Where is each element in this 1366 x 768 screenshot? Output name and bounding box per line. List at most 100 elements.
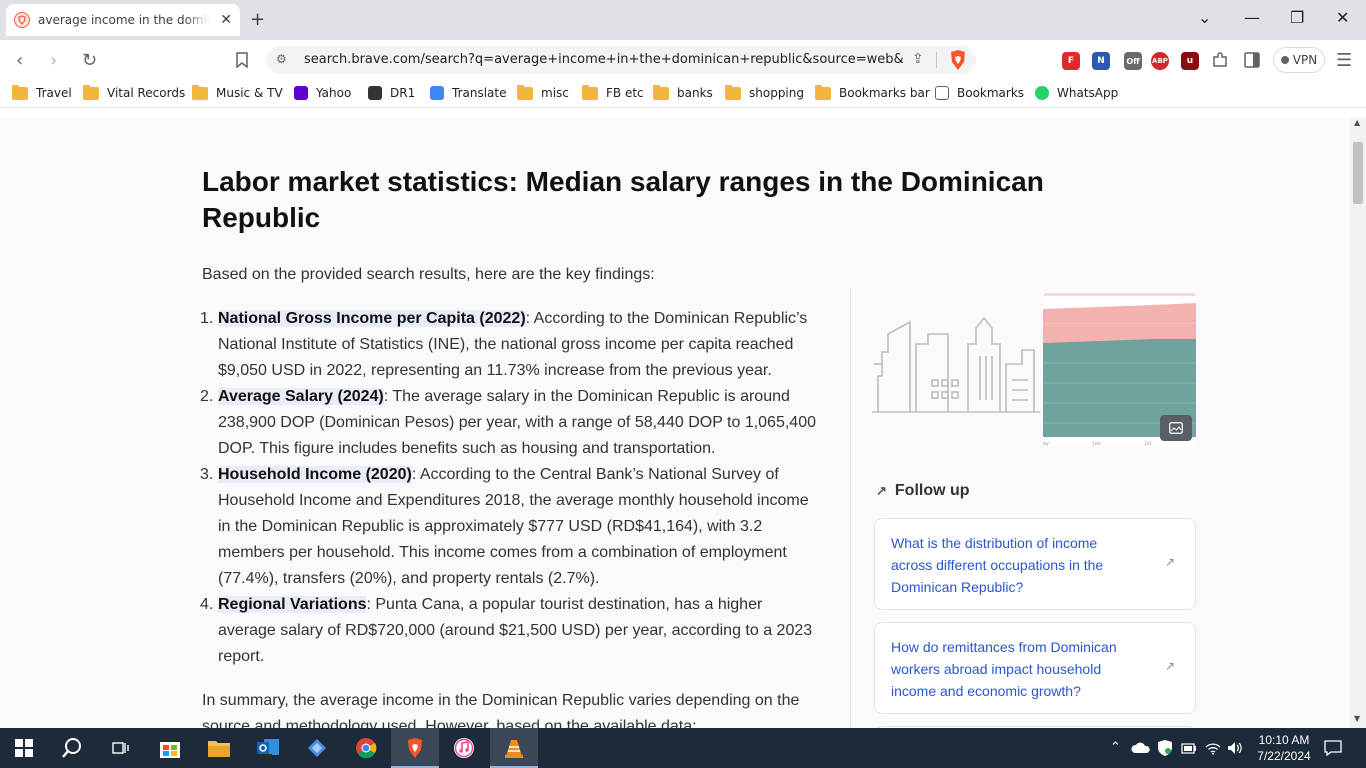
forward-arrow-icon[interactable]: › [50,50,57,71]
bookmark-label: FB etc [606,86,644,100]
chart-tick-label: Jul [1144,441,1151,447]
page-scrollbar[interactable]: ▲ ▼ [1350,118,1366,728]
folder-icon [83,84,99,100]
bookmark-page-icon[interactable] [236,52,248,68]
extensions-puzzle-icon[interactable] [1211,51,1229,69]
address-bar[interactable]: ⚙ search.brave.com/search?q=average+inco… [266,46,976,74]
scroll-down-arrow-icon[interactable]: ▼ [1354,714,1360,723]
chart-tick-label: Jun [1092,441,1101,447]
clock-time: 10:10 AM [1258,733,1310,747]
tab-close-icon[interactable]: ✕ [220,12,232,28]
task-view-button[interactable] [96,728,144,768]
follow-up-question[interactable]: How do remittances from Dominican worker… [891,636,1141,702]
folder-icon [653,84,669,100]
restore-icon[interactable]: ❐ [1290,8,1304,27]
bookmarks-bar: Travel Vital Records Music & TV Yahoo DR1 Tra… [0,80,1366,108]
bookmarks-icon [935,86,949,100]
share-icon[interactable]: ⇪ [912,51,924,67]
clock-date: 7/22/2024 [1257,749,1311,763]
bookmark-label: misc [541,86,569,100]
battery-icon[interactable] [1181,742,1197,754]
brave-shields-icon[interactable] [948,49,968,71]
bookmark-item[interactable]: Vital Records [83,84,185,100]
bookmark-label: Translate [452,86,507,100]
adblock-plus-icon[interactable]: ABP [1151,52,1169,70]
tab-strip: average income in the dominican republic… [0,0,1366,40]
vlc-cone-icon [505,740,523,758]
bookmark-item[interactable]: Travel [12,84,72,100]
taskbar-itunes[interactable] [440,728,488,768]
bookmark-item[interactable]: Music & TV [192,84,283,100]
bookmark-label: banks [677,86,713,100]
brave-browser-icon [408,738,422,758]
follow-up-title: Follow up [894,482,970,499]
ublock-origin-icon[interactable]: u [1181,52,1199,70]
volume-icon[interactable] [1227,741,1243,755]
bookmark-label: Travel [36,86,72,100]
site-info-icon[interactable]: ⚙ [276,52,287,66]
taskbar-file-explorer[interactable] [195,728,243,768]
reload-icon[interactable]: ↻ [82,50,97,71]
bookmark-label: Music & TV [216,86,283,100]
bookmark-item[interactable]: FB etc [582,84,644,100]
follow-up-question-card[interactable]: What is the distribution of income acros… [874,518,1196,610]
taskbar-store[interactable] [146,728,194,768]
taskbar-chrome[interactable] [342,728,390,768]
omnibox-divider [936,52,937,68]
bookmark-label: DR1 [390,86,416,100]
bookmark-item[interactable]: banks [653,84,713,100]
url-text[interactable]: search.brave.com/search?q=average+income… [304,52,904,67]
image-view-button[interactable] [1160,415,1192,441]
onedrive-cloud-icon[interactable] [1131,742,1151,754]
sidebar-toggle-icon[interactable] [1244,52,1260,68]
summary-text: In summary, the average income in the Do… [202,692,800,728]
bookmark-label: Bookmarks bar [839,86,930,100]
scroll-up-arrow-icon[interactable]: ▲ [1354,118,1360,127]
follow-up-question-card[interactable]: How do remittances from Dominican worker… [874,622,1196,714]
itunes-icon [454,738,474,758]
finding-item: 1. National Gross Income per Capita (2022… [200,306,822,384]
taskbar-vlc[interactable] [490,728,538,768]
open-question-arrow-icon[interactable]: ↗ [1165,555,1175,569]
taskbar-outlook[interactable] [244,728,292,768]
folder-icon [725,84,741,100]
menu-icon[interactable]: ☰ [1336,50,1352,71]
folder-icon [517,84,533,100]
tab-search-chevron-icon[interactable]: ⌄ [1198,8,1211,27]
bookmark-item[interactable]: Bookmarks bar [815,84,930,100]
follow-up-question[interactable]: What is the distribution of income acros… [891,532,1141,598]
bookmark-item[interactable]: shopping [725,84,804,100]
taskbar-app-diamond[interactable] [293,728,341,768]
wifi-icon[interactable] [1205,741,1221,755]
vpn-button[interactable]: VPN [1273,47,1325,73]
window-close-icon[interactable]: ✕ [1336,8,1349,27]
tray-show-hidden-icon[interactable]: ⌃ [1110,740,1121,755]
notifications-icon[interactable] [1324,740,1342,756]
extension-blue-icon[interactable]: N [1092,52,1110,70]
yahoo-icon [294,86,308,100]
follow-up-heading: ↗ Follow up [876,482,970,500]
bookmark-item[interactable]: DR1 [368,86,415,100]
bookmark-item[interactable]: Translate [430,86,507,100]
chart-tick-label: ay [1043,441,1049,447]
minimize-icon[interactable]: — [1244,8,1260,27]
open-question-arrow-icon[interactable]: ↗ [1165,659,1175,673]
scrollbar-thumb[interactable] [1353,142,1363,204]
bookmark-label: shopping [749,86,804,100]
taskbar-search-button[interactable] [48,728,96,768]
system-clock[interactable]: 10:10 AM 7/22/2024 [1244,732,1324,764]
bookmark-item[interactable]: WhatsApp [1035,86,1118,100]
extension-shield-red-icon[interactable]: F [1062,52,1080,70]
start-button[interactable] [0,728,48,768]
tab-active[interactable]: average income in the dominican republic… [6,4,240,36]
taskbar-brave[interactable] [391,728,439,768]
finding-key: Average Salary (2024) [218,388,384,405]
new-tab-button[interactable]: + [250,9,265,30]
finding-item: 4. Regional Variations: Punta Cana, a pop… [200,592,822,670]
bookmark-item[interactable]: Yahoo [294,86,351,100]
security-shield-tray-icon[interactable] [1157,739,1173,757]
back-arrow-icon[interactable]: ‹ [16,50,23,71]
extension-off-icon[interactable]: Off [1124,52,1142,70]
bookmark-item[interactable]: Bookmarks [935,86,1024,100]
bookmark-item[interactable]: misc [517,84,569,100]
